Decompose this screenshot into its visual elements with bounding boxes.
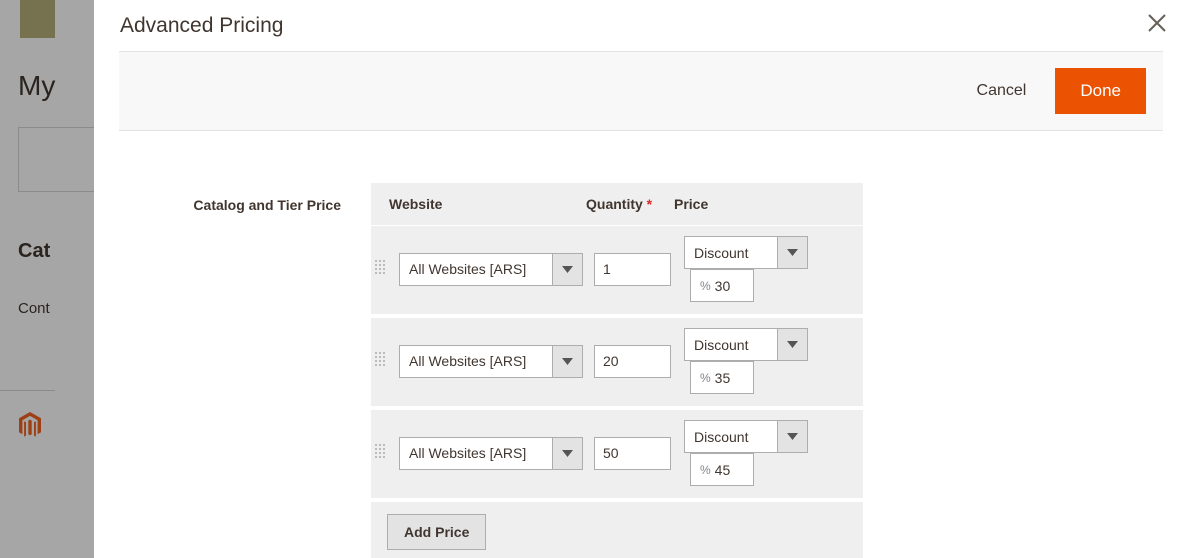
modal-title: Advanced Pricing [120, 13, 284, 37]
price-value-input[interactable] [714, 369, 751, 386]
tier-price-table-head: Website Quantity * Price [371, 183, 863, 226]
header-handle [371, 183, 389, 226]
price-type-select[interactable]: Discount [684, 420, 808, 453]
price-type-select[interactable]: Discount [684, 328, 808, 361]
table-row: All Websites [ARS] [371, 408, 863, 502]
add-price-cell: Add Price [371, 500, 863, 558]
tier-price-table-wrap: Website Quantity * Price All Websites [A… [371, 183, 863, 558]
catalog-tier-price-field: Catalog and Tier Price Website Quantity … [94, 183, 1188, 558]
chevron-down-icon[interactable] [777, 237, 807, 268]
header-quantity-label: Quantity [586, 196, 643, 212]
percent-icon: % [700, 278, 711, 293]
drag-handle-icon[interactable] [375, 351, 385, 366]
header-price: Price [674, 183, 863, 226]
table-header-row: Website Quantity * Price [371, 183, 863, 226]
row-website-cell: All Websites [ARS] [389, 316, 586, 410]
row-drag-cell [371, 225, 389, 318]
add-price-row: Add Price [371, 500, 863, 558]
row-quantity-cell [586, 316, 674, 410]
add-price-button[interactable]: Add Price [387, 514, 487, 550]
cancel-button[interactable]: Cancel [963, 74, 1041, 108]
header-quantity: Quantity * [586, 183, 674, 226]
chevron-down-icon[interactable] [777, 421, 807, 452]
price-value-addon: % [690, 269, 754, 302]
price-type-select-value: Discount [694, 336, 749, 353]
tier-price-table-body: All Websites [ARS] 1 Discount % 30 All W… [371, 225, 863, 558]
price-value-addon: % [690, 361, 754, 394]
modal-action-toolbar: Cancel Done [119, 51, 1163, 131]
website-select[interactable]: All Websites [ARS] [399, 436, 583, 470]
row-price-cell: Discount % [674, 316, 863, 410]
website-select[interactable]: All Websites [ARS] [399, 252, 583, 286]
table-row: All Websites [ARS] [371, 316, 863, 410]
price-value-input[interactable] [714, 461, 751, 478]
website-select-value: All Websites [ARS] [409, 445, 527, 461]
table-row: All Websites [ARS] [371, 225, 863, 318]
modal-body: Catalog and Tier Price Website Quantity … [94, 131, 1188, 558]
website-select-value: All Websites [ARS] [409, 261, 527, 277]
row-drag-cell [371, 408, 389, 502]
done-button[interactable]: Done [1055, 68, 1146, 114]
row-website-cell: All Websites [ARS] [389, 225, 586, 318]
price-type-select-value: Discount [694, 428, 749, 445]
chevron-down-icon[interactable] [552, 437, 582, 469]
price-value-addon: % [690, 453, 754, 486]
catalog-and-tier-price-label: Catalog and Tier Price [193, 197, 341, 213]
price-type-select[interactable]: Discount [684, 236, 808, 269]
drag-handle-icon[interactable] [375, 259, 385, 274]
close-icon[interactable] [1136, 2, 1178, 44]
quantity-input[interactable] [594, 344, 671, 378]
website-select-value: All Websites [ARS] [409, 353, 527, 369]
row-website-cell: All Websites [ARS] [389, 408, 586, 502]
row-drag-cell [371, 316, 389, 410]
price-value-input[interactable] [714, 277, 751, 294]
header-website: Website [389, 183, 586, 226]
percent-icon: % [700, 370, 711, 385]
quantity-input[interactable] [594, 252, 671, 286]
row-quantity-cell [586, 408, 674, 502]
chevron-down-icon[interactable] [552, 253, 582, 285]
required-asterisk-icon: * [646, 196, 653, 212]
chevron-down-icon[interactable] [777, 329, 807, 360]
website-select[interactable]: All Websites [ARS] [399, 344, 583, 378]
quantity-input[interactable] [594, 436, 671, 470]
modal-header: Advanced Pricing [94, 0, 1188, 51]
row-quantity-cell [586, 225, 674, 318]
price-type-select-value: Discount [694, 244, 749, 261]
drag-handle-icon[interactable] [375, 443, 385, 458]
tier-price-table: Website Quantity * Price All Websites [A… [371, 183, 863, 558]
percent-icon: % [700, 462, 711, 477]
advanced-pricing-modal: Advanced Pricing Cancel Done Catalog and… [94, 0, 1188, 558]
row-price-cell: Discount % [674, 225, 863, 318]
row-price-cell: Discount % [674, 408, 863, 502]
chevron-down-icon[interactable] [552, 345, 582, 377]
